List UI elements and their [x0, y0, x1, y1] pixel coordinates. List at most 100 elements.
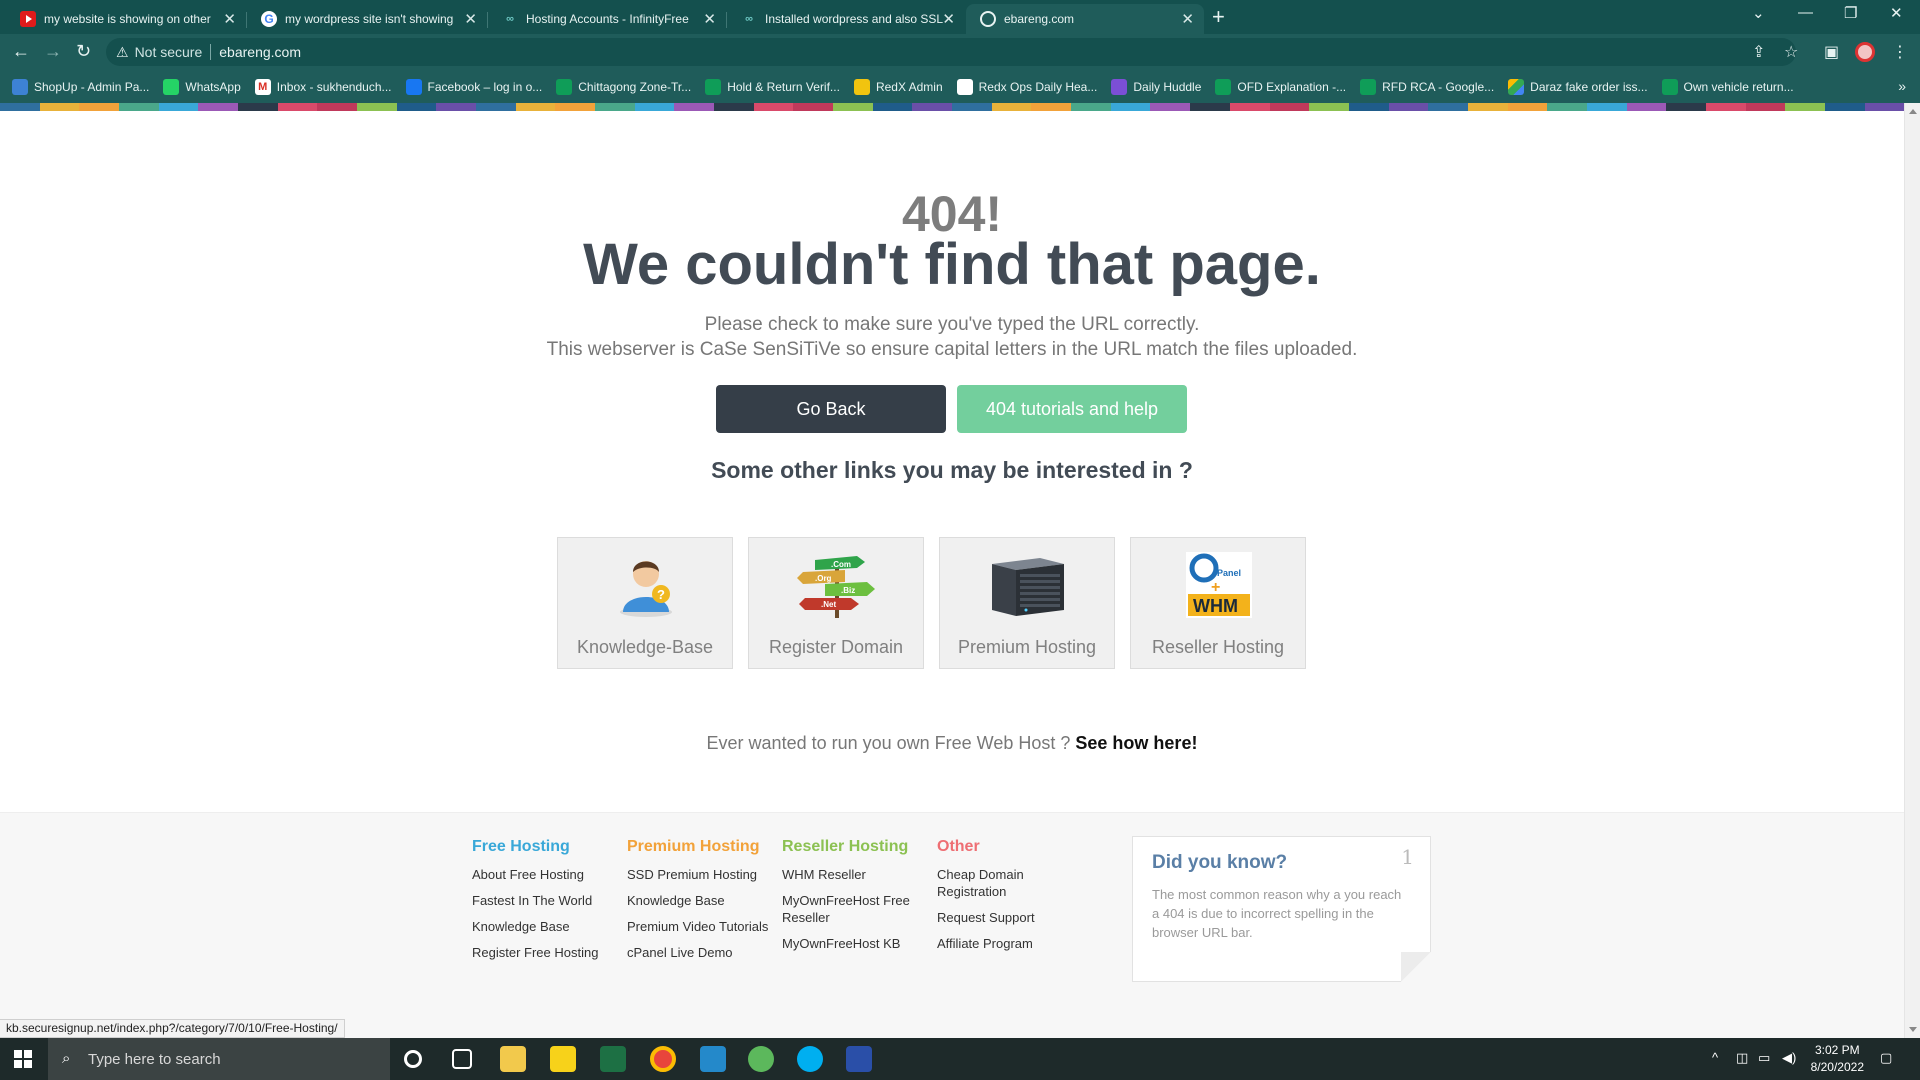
see-how-link[interactable]: See how here!	[1075, 733, 1197, 753]
footer-link[interactable]: MyOwnFreeHost Free Reseller	[782, 892, 932, 926]
footer-link[interactable]: Request Support	[937, 909, 1087, 926]
svg-text:.Biz: .Biz	[841, 586, 855, 595]
reseller-hosting-card[interactable]: cPanel + WHM Reseller Hosting	[1130, 537, 1306, 669]
whatsapp-icon	[163, 78, 180, 95]
knowledge-base-card[interactable]: ? Knowledge-Base	[557, 537, 733, 669]
bookmark-label: RedX Admin	[875, 79, 943, 94]
infinityfree-icon: ∞	[745, 13, 753, 25]
excel-icon[interactable]	[600, 1046, 626, 1072]
vscode-icon[interactable]	[700, 1046, 726, 1072]
bookmark-chittagong[interactable]: Chittagong Zone-Tr...	[556, 78, 691, 95]
footer-col-other: Other Cheap Domain Registration Request …	[937, 838, 1087, 961]
footer-link[interactable]: Fastest In The World	[472, 892, 622, 909]
profile-avatar[interactable]	[1855, 42, 1875, 62]
footer-link[interactable]: cPanel Live Demo	[627, 944, 777, 961]
back-arrow-icon[interactable]: ←	[12, 42, 30, 60]
infinityfree-icon: ∞	[506, 13, 514, 25]
page-content: 404! We couldn't find that page. Please …	[0, 111, 1904, 1038]
hint-text: Please check to make sure you've typed t…	[704, 314, 1200, 335]
chrome-icon[interactable]	[650, 1046, 676, 1072]
scroll-down-arrow-icon[interactable]	[1909, 1027, 1917, 1032]
tutorials-help-button[interactable]: 404 tutorials and help	[957, 385, 1187, 433]
footer-link[interactable]: MyOwnFreeHost KB	[782, 935, 932, 952]
close-tab-icon[interactable]: ✕	[464, 10, 477, 28]
page-icon	[956, 78, 973, 95]
network-icon[interactable]: ▭	[1758, 1050, 1770, 1066]
tab-search-icon[interactable]: ⌄	[1752, 4, 1765, 22]
gmail-icon: M	[254, 78, 271, 95]
forward-arrow-icon[interactable]: →	[44, 42, 62, 60]
go-back-button[interactable]: Go Back	[716, 385, 946, 433]
tab-google[interactable]: G my wordpress site isn't showing ✕	[247, 4, 487, 34]
bookmark-shopup[interactable]: ShopUp - Admin Pa...	[12, 78, 149, 95]
cortana-icon[interactable]	[404, 1050, 422, 1068]
task-view-icon[interactable]	[452, 1049, 472, 1069]
sticky-notes-icon[interactable]	[550, 1046, 576, 1072]
footer-link[interactable]: Affiliate Program	[937, 935, 1087, 952]
footer-link[interactable]: Knowledge Base	[472, 918, 622, 935]
footer-link[interactable]: WHM Reseller	[782, 866, 932, 883]
tab-youtube[interactable]: my website is showing on other ✕	[6, 4, 246, 34]
menu-dots-icon[interactable]: ⋮	[1892, 42, 1908, 62]
bookmark-daraz[interactable]: Daraz fake order iss...	[1508, 78, 1648, 95]
color-stripe	[0, 103, 1905, 111]
footer-col-title: Premium Hosting	[627, 838, 760, 855]
skype-icon[interactable]	[797, 1046, 823, 1072]
taskbar-clock[interactable]: 3:02 PM 8/20/2022	[1811, 1042, 1864, 1076]
windows-start-icon[interactable]	[14, 1050, 32, 1068]
clock-date: 8/20/2022	[1810, 1060, 1864, 1074]
tab-strip: my website is showing on other ✕ G my wo…	[0, 0, 1920, 34]
bookmark-label: OFD Explanation -...	[1237, 79, 1347, 94]
file-explorer-icon[interactable]	[500, 1046, 526, 1072]
footer-link[interactable]: About Free Hosting	[472, 866, 622, 883]
volume-icon[interactable]: ◀)	[1782, 1050, 1796, 1066]
tray-chevron-icon[interactable]: ^	[1712, 1050, 1718, 1065]
bookmark-rfd-rca[interactable]: RFD RCA - Google...	[1360, 78, 1494, 95]
utorrent-icon[interactable]	[748, 1046, 774, 1072]
tab-infinityfree-accounts[interactable]: ∞ Hosting Accounts - InfinityFree ✕	[488, 4, 726, 34]
share-icon[interactable]: ⇪	[1752, 42, 1765, 62]
restore-button[interactable]: ❐	[1844, 4, 1857, 22]
more-bookmarks-icon[interactable]: »	[1898, 78, 1906, 94]
close-tab-icon[interactable]: ✕	[223, 10, 236, 28]
close-tab-icon[interactable]: ✕	[1181, 10, 1194, 28]
bookmark-redx-admin[interactable]: RedX Admin	[853, 78, 943, 95]
security-label[interactable]: Not secure	[135, 44, 203, 60]
footer: Free Hosting About Free Hosting Fastest …	[0, 812, 1904, 1038]
side-panel-icon[interactable]: ▣	[1824, 42, 1839, 62]
bookmark-hold-return[interactable]: Hold & Return Verif...	[705, 78, 840, 95]
bookmark-star-icon[interactable]: ☆	[1784, 42, 1798, 62]
tab-infinityfree-forum[interactable]: ∞ Installed wordpress and also SSL ✕	[727, 4, 965, 34]
bookmark-label: Own vehicle return...	[1683, 79, 1794, 94]
meet-now-icon[interactable]: ◫	[1736, 1050, 1748, 1066]
url-text[interactable]: ebareng.com	[219, 44, 301, 60]
bookmark-redx-ops[interactable]: Redx Ops Daily Hea...	[956, 78, 1097, 95]
close-window-button[interactable]: ✕	[1890, 4, 1903, 22]
address-bar[interactable]: ⚠ Not secure ebareng.com	[106, 38, 1796, 66]
bookmark-own-vehicle[interactable]: Own vehicle return...	[1661, 78, 1794, 95]
footer-link[interactable]: Knowledge Base	[627, 892, 777, 909]
reload-icon[interactable]: ↻	[76, 42, 91, 60]
notifications-icon[interactable]: ▢	[1880, 1050, 1892, 1066]
close-tab-icon[interactable]: ✕	[703, 10, 716, 28]
minimize-button[interactable]: —	[1798, 4, 1813, 21]
bookmark-facebook[interactable]: Facebook – log in o...	[405, 78, 542, 95]
taskbar-search-input[interactable]: ⌕ Type here to search	[48, 1038, 390, 1080]
close-tab-icon[interactable]: ✕	[942, 10, 955, 28]
tab-ebareng[interactable]: ebareng.com ✕	[966, 4, 1204, 34]
powershell-icon[interactable]	[846, 1046, 872, 1072]
new-tab-button[interactable]: +	[1212, 6, 1225, 28]
premium-hosting-card[interactable]: Premium Hosting	[939, 537, 1115, 669]
page-scrollbar[interactable]	[1904, 103, 1920, 1038]
bookmark-whatsapp[interactable]: WhatsApp	[163, 78, 241, 95]
footer-link[interactable]: Cheap Domain Registration	[937, 866, 1087, 900]
browser-window-chrome: my website is showing on other ✕ G my wo…	[0, 0, 1920, 103]
bookmark-gmail[interactable]: M Inbox - sukhenduch...	[254, 78, 392, 95]
register-domain-card[interactable]: .Com .Org .Biz .Net Register Domain	[748, 537, 924, 669]
scroll-up-arrow-icon[interactable]	[1909, 109, 1917, 114]
footer-link[interactable]: Premium Video Tutorials	[627, 918, 777, 935]
bookmark-daily-huddle[interactable]: Daily Huddle	[1111, 78, 1201, 95]
footer-link[interactable]: Register Free Hosting	[472, 944, 622, 961]
footer-link[interactable]: SSD Premium Hosting	[627, 866, 777, 883]
bookmark-ofd[interactable]: OFD Explanation -...	[1215, 78, 1347, 95]
